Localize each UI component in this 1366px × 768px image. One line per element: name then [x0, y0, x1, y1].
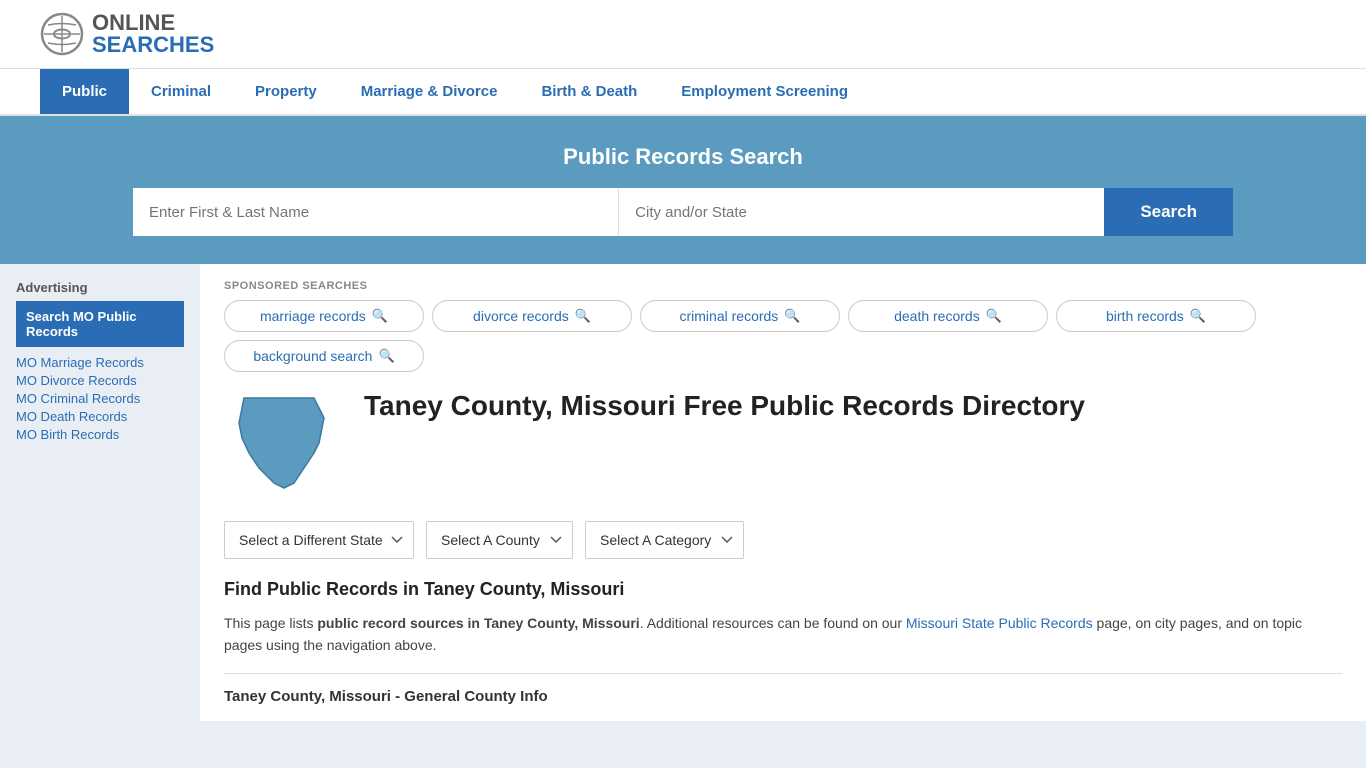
tag-background-search[interactable]: background search 🔍	[224, 340, 424, 372]
county-info-title: Taney County, Missouri - General County …	[224, 673, 1342, 705]
logo-online: ONLINE	[92, 12, 214, 34]
main-container: Advertising Search MO Public Records MO …	[0, 264, 1366, 721]
sidebar-link-criminal[interactable]: MO Criminal Records	[16, 391, 184, 406]
tag-birth-records-label: birth records	[1106, 308, 1184, 324]
tag-divorce-records[interactable]: divorce records 🔍	[432, 300, 632, 332]
tag-marriage-records-label: marriage records	[260, 308, 366, 324]
find-desc-link[interactable]: Missouri State Public Records	[906, 615, 1093, 631]
logo: ONLINE SEARCHES	[40, 12, 214, 56]
logo-icon	[40, 12, 84, 56]
search-icon-marriage: 🔍	[372, 308, 388, 324]
tag-criminal-records[interactable]: criminal records 🔍	[640, 300, 840, 332]
category-dropdown[interactable]: Select A Category	[585, 521, 744, 559]
nav-item-marriage-divorce[interactable]: Marriage & Divorce	[339, 69, 520, 114]
find-desc-bold: public record sources in Taney County, M…	[317, 615, 639, 631]
search-banner: Public Records Search Search	[0, 116, 1366, 264]
tag-marriage-records[interactable]: marriage records 🔍	[224, 300, 424, 332]
dropdown-row: Select a Different State Select A County…	[224, 521, 1342, 559]
header: ONLINE SEARCHES	[0, 0, 1366, 69]
nav-item-birth-death[interactable]: Birth & Death	[519, 69, 659, 114]
tag-death-records-label: death records	[894, 308, 980, 324]
page-title: Taney County, Missouri Free Public Recor…	[364, 388, 1342, 424]
tag-divorce-records-label: divorce records	[473, 308, 569, 324]
search-icon-criminal: 🔍	[784, 308, 800, 324]
search-icon-divorce: 🔍	[575, 308, 591, 324]
county-dropdown[interactable]: Select A County	[426, 521, 573, 559]
search-icon-birth: 🔍	[1190, 308, 1206, 324]
main-nav: Public Criminal Property Marriage & Divo…	[0, 69, 1366, 116]
sidebar: Advertising Search MO Public Records MO …	[0, 264, 200, 721]
search-icon-background: 🔍	[378, 348, 394, 364]
find-desc-part2: . Additional resources can be found on o…	[640, 615, 906, 631]
location-header: Taney County, Missouri Free Public Recor…	[224, 388, 1342, 501]
state-map	[224, 388, 344, 501]
sidebar-link-marriage[interactable]: MO Marriage Records	[16, 355, 184, 370]
search-tags: marriage records 🔍 divorce records 🔍 cri…	[224, 300, 1342, 372]
search-banner-title: Public Records Search	[40, 144, 1326, 170]
logo-searches: SEARCHES	[92, 34, 214, 56]
missouri-map-svg	[224, 388, 344, 498]
tag-criminal-records-label: criminal records	[680, 308, 779, 324]
sidebar-link-death[interactable]: MO Death Records	[16, 409, 184, 424]
sidebar-link-birth[interactable]: MO Birth Records	[16, 427, 184, 442]
sidebar-ad-label: Advertising	[16, 280, 184, 295]
sidebar-highlight-link[interactable]: Search MO Public Records	[16, 301, 184, 347]
content-area: SPONSORED SEARCHES marriage records 🔍 di…	[200, 264, 1366, 721]
nav-item-property[interactable]: Property	[233, 69, 339, 114]
nav-item-employment[interactable]: Employment Screening	[659, 69, 870, 114]
find-description: This page lists public record sources in…	[224, 612, 1342, 657]
find-public-records-title: Find Public Records in Taney County, Mis…	[224, 579, 1342, 600]
sponsored-label: SPONSORED SEARCHES	[224, 280, 1342, 292]
sidebar-link-divorce[interactable]: MO Divorce Records	[16, 373, 184, 388]
location-title: Taney County, Missouri Free Public Recor…	[364, 388, 1342, 432]
nav-item-criminal[interactable]: Criminal	[129, 69, 233, 114]
nav-item-public[interactable]: Public	[40, 69, 129, 114]
tag-death-records[interactable]: death records 🔍	[848, 300, 1048, 332]
search-button[interactable]: Search	[1104, 188, 1233, 236]
search-icon-death: 🔍	[986, 308, 1002, 324]
location-input[interactable]	[619, 188, 1104, 236]
name-input[interactable]	[133, 188, 619, 236]
search-form: Search	[133, 188, 1233, 236]
tag-birth-records[interactable]: birth records 🔍	[1056, 300, 1256, 332]
tag-background-search-label: background search	[253, 348, 372, 364]
logo-text: ONLINE SEARCHES	[92, 12, 214, 56]
find-desc-part1: This page lists	[224, 615, 317, 631]
state-dropdown[interactable]: Select a Different State	[224, 521, 414, 559]
